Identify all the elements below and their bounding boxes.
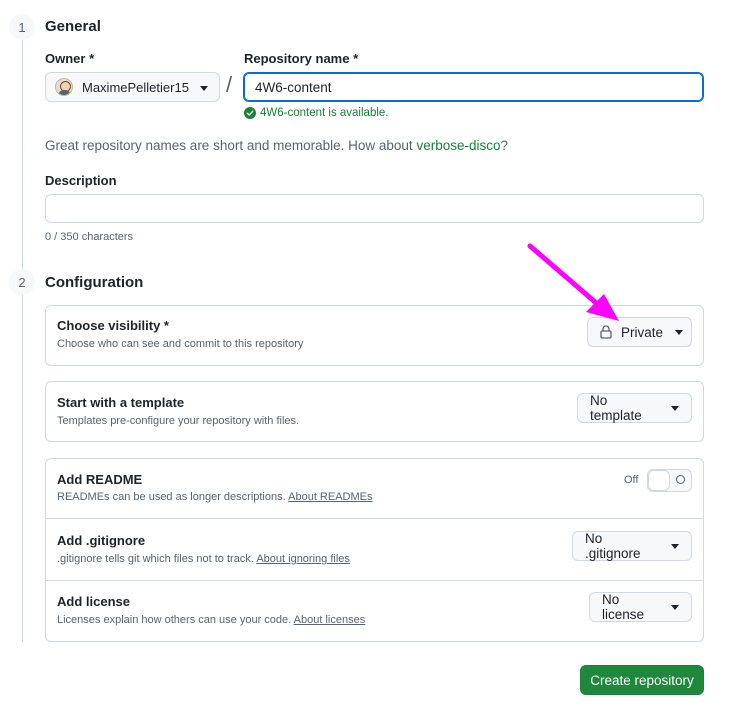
chevron-down-icon (671, 543, 679, 549)
availability-message: 4W6-content is available. (244, 107, 388, 119)
owner-select-value: MaximePelletier15 (82, 79, 189, 95)
visibility-select-value: Private (621, 324, 664, 340)
chevron-down-icon (200, 86, 208, 91)
gitignore-select-value: No .gitignore (585, 531, 641, 561)
description-input[interactable] (45, 194, 704, 223)
availability-text: 4W6-content is available. (260, 107, 389, 119)
template-title: Start with a template (57, 395, 185, 410)
template-select[interactable]: No template (577, 393, 692, 423)
readme-toggle-label: Off (624, 474, 639, 486)
chevron-down-icon (671, 604, 679, 610)
about-readmes-link[interactable]: About READMEs (288, 491, 372, 503)
toggle-knob (648, 470, 670, 491)
owner-avatar (55, 78, 73, 96)
step-number-configuration: 2 (9, 269, 35, 295)
description-label: Description (45, 173, 117, 188)
license-select[interactable]: No license (589, 592, 692, 622)
gitignore-subtitle-text: .gitignore tells git which files not to … (57, 553, 254, 565)
chevron-down-icon (675, 329, 684, 335)
about-ignoring-files-link[interactable]: About ignoring files (256, 553, 350, 565)
gitignore-subtitle: .gitignore tells git which files not to … (57, 553, 350, 565)
owner-select[interactable]: MaximePelletier15 (45, 72, 220, 102)
check-circle-icon (244, 107, 256, 119)
owner-repo-separator: / (226, 72, 233, 97)
gitignore-title: Add .gitignore (57, 533, 146, 548)
owner-label: Owner * (45, 51, 95, 66)
suggested-name-link[interactable]: verbose-disco (416, 138, 500, 153)
template-select-value: No template (590, 393, 642, 423)
section-title-general: General (45, 18, 101, 35)
files-divider (45, 580, 704, 581)
license-select-value: No license (602, 592, 645, 622)
visibility-title: Choose visibility * (57, 318, 169, 333)
section-title-configuration: Configuration (45, 274, 144, 291)
files-divider (45, 518, 704, 519)
step-timeline-line (22, 30, 23, 642)
annotation-arrow (527, 243, 619, 321)
readme-subtitle-text: READMEs can be used as longer descriptio… (57, 491, 286, 503)
name-suggestion-hint: Great repository names are short and mem… (45, 138, 508, 153)
description-char-count: 0 / 350 characters (45, 231, 134, 243)
license-title: Add license (57, 594, 130, 609)
repository-name-input[interactable] (243, 72, 704, 102)
visibility-subtitle: Choose who can see and commit to this re… (57, 338, 304, 350)
toggle-off-icon (676, 475, 685, 484)
readme-toggle[interactable] (647, 469, 692, 492)
license-subtitle-text: Licenses explain how others can use your… (57, 614, 292, 626)
license-subtitle: Licenses explain how others can use your… (57, 614, 365, 626)
readme-title: Add README (57, 472, 143, 487)
chevron-down-icon (671, 405, 679, 411)
step-number-general: 1 (9, 14, 35, 40)
create-repository-button[interactable]: Create repository (580, 665, 704, 695)
about-licenses-link[interactable]: About licenses (294, 614, 366, 626)
hint-text: Great repository names are short and mem… (45, 138, 417, 153)
gitignore-select[interactable]: No .gitignore (572, 531, 692, 561)
repository-name-label: Repository name * (244, 51, 359, 66)
template-subtitle: Templates pre-configure your repository … (57, 415, 300, 427)
hint-suffix: ? (500, 138, 508, 153)
readme-subtitle: READMEs can be used as longer descriptio… (57, 491, 373, 503)
